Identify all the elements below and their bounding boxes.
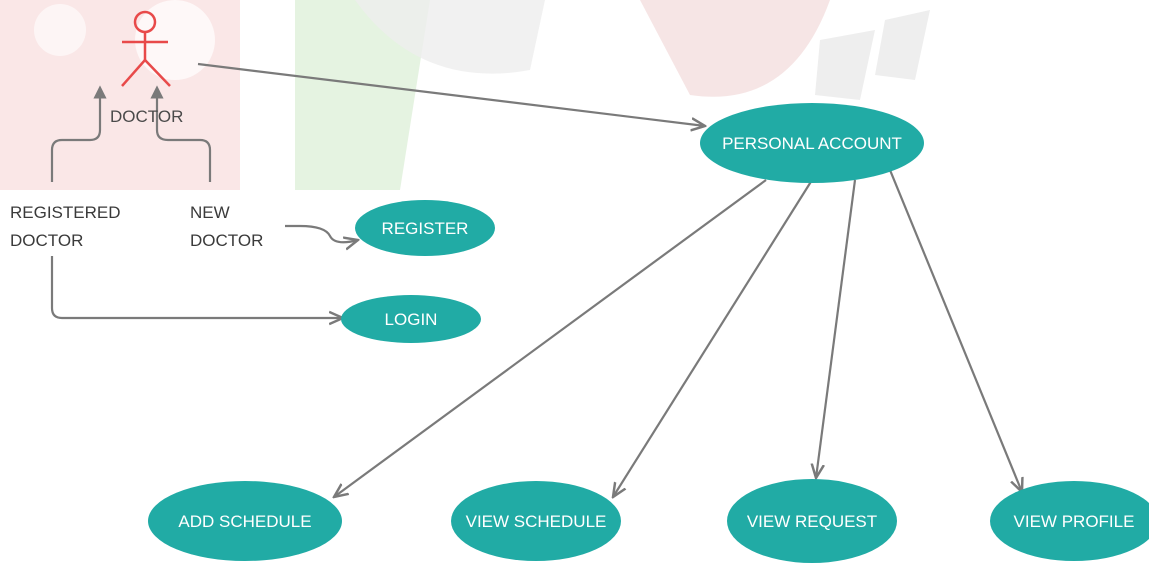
- use-case-label-personal-account: PERSONAL ACCOUNT: [722, 134, 902, 153]
- use-case-label-view-schedule: VIEW SCHEDULE: [466, 512, 607, 531]
- use-case-add-schedule: ADD SCHEDULE: [148, 481, 342, 561]
- use-case-diagram: DOCTOR REGISTERED DOCTOR NEW DOCTOR PERS…: [0, 0, 1149, 563]
- actor-label: DOCTOR: [110, 107, 183, 126]
- new-doctor-label-line1: NEW: [190, 203, 230, 222]
- connector-to-view-schedule: [613, 179, 813, 497]
- new-doctor-label-line2: DOCTOR: [190, 231, 263, 250]
- use-case-label-login: LOGIN: [385, 310, 438, 329]
- use-case-login: LOGIN: [341, 295, 481, 343]
- registered-doctor-label-line1: REGISTERED: [10, 203, 121, 222]
- use-case-personal-account: PERSONAL ACCOUNT: [700, 103, 924, 183]
- connector-new-to-register: [285, 224, 358, 242]
- use-case-view-schedule: VIEW SCHEDULE: [451, 481, 621, 561]
- use-case-label-register: REGISTER: [382, 219, 469, 238]
- connector-actor-personal-account: [197, 62, 705, 126]
- connector-registered-to-login: [50, 256, 343, 318]
- use-case-view-profile: VIEW PROFILE: [990, 481, 1149, 561]
- use-case-label-view-request: VIEW REQUEST: [747, 512, 877, 531]
- connector-to-view-request: [816, 179, 857, 478]
- use-case-label-add-schedule: ADD SCHEDULE: [178, 512, 311, 531]
- registered-doctor-label-line2: DOCTOR: [10, 231, 83, 250]
- connector-to-view-profile: [888, 169, 1022, 492]
- use-case-label-view-profile: VIEW PROFILE: [1014, 512, 1135, 531]
- diagram-canvas: DOCTOR REGISTERED DOCTOR NEW DOCTOR PERS…: [0, 0, 1149, 563]
- use-case-register: REGISTER: [355, 200, 495, 256]
- use-case-view-request: VIEW REQUEST: [727, 479, 897, 563]
